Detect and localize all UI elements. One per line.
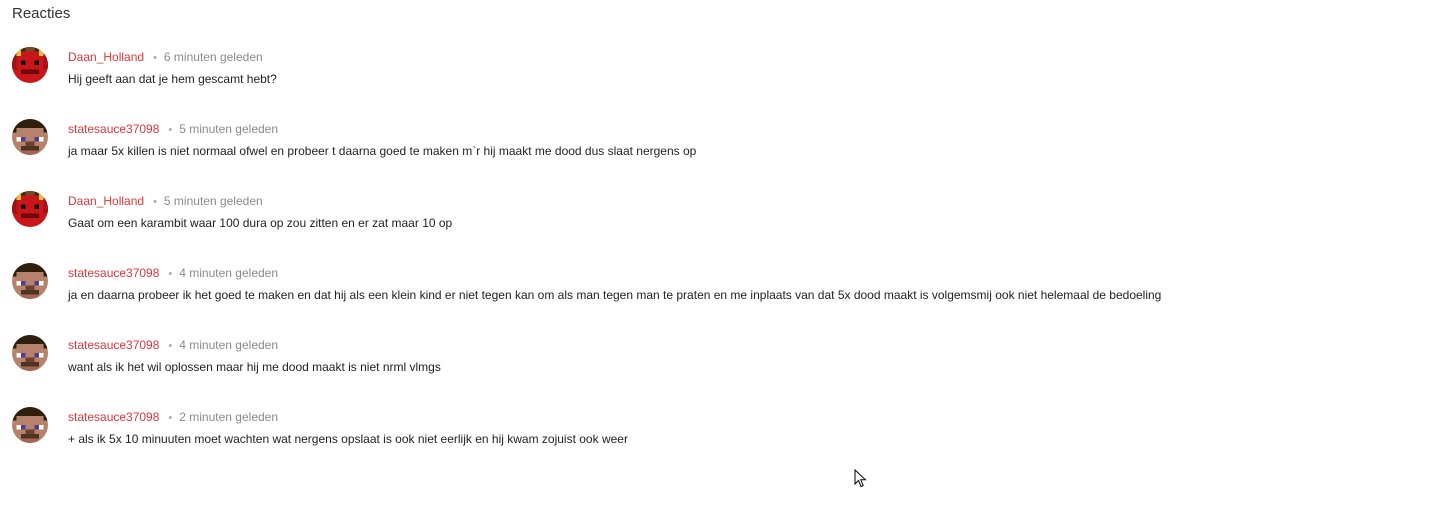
comment-timestamp: 2 minuten geleden — [179, 410, 279, 424]
meta-separator: • — [153, 52, 157, 64]
comment-item: Daan_Holland • 6 minuten geleden Hij geeft… — [12, 47, 1412, 119]
comment-timestamp: 4 minuten geleden — [179, 338, 279, 352]
steve-avatar-icon[interactable] — [12, 335, 48, 371]
meta-separator: • — [168, 124, 173, 136]
comment-timestamp: 6 minuten geleden — [163, 50, 263, 64]
comment-meta: Daan_Holland • 5 minuten geleden — [68, 194, 263, 210]
meta-separator: • — [168, 340, 173, 352]
red-devil-avatar-icon[interactable] — [12, 191, 48, 227]
red-devil-avatar-icon[interactable] — [12, 47, 48, 83]
comment-author-link[interactable]: statesauce37098 — [68, 266, 159, 280]
comment-list: Daan_Holland • 6 minuten geleden Hij geeft… — [12, 47, 1412, 479]
meta-separator: • — [168, 268, 173, 280]
comment-item: statesauce37098 • 2 minuten geleden + als … — [12, 407, 1412, 479]
comment-item: statesauce37098 • 4 minuten geleden ja en … — [12, 263, 1412, 335]
comment-item: statesauce37098 • 5 minuten geleden ja maa… — [12, 119, 1412, 191]
comment-text: + als ik 5x 10 minuuten moet wachten wat… — [68, 432, 628, 446]
comment-timestamp: 4 minuten geleden — [179, 266, 279, 280]
comment-author-link[interactable]: statesauce37098 — [68, 410, 159, 424]
comment-meta: statesauce37098 • 4 minuten geleden — [68, 338, 278, 354]
comment-timestamp: 5 minuten geleden — [163, 194, 263, 208]
comment-meta: statesauce37098 • 5 minuten geleden — [68, 122, 278, 138]
comment-text: Gaat om een karambit waar 100 dura op zo… — [68, 216, 453, 230]
comment-item: Daan_Holland • 5 minuten geleden Gaat om e… — [12, 191, 1412, 263]
comment-meta: statesauce37098 • 2 minuten geleden — [68, 410, 278, 426]
comment-text: ja en daarna probeer ik het goed te make… — [68, 288, 1162, 302]
comments-page: Reacties Daan_Holland • 6 minuten gelede… — [0, 0, 1442, 508]
comment-text: ja maar 5x killen is niet normaal ofwel … — [68, 144, 697, 158]
meta-separator: • — [153, 196, 157, 208]
comment-author-link[interactable]: statesauce37098 — [68, 122, 159, 136]
comment-timestamp: 5 minuten geleden — [179, 122, 279, 136]
comment-author-link[interactable]: statesauce37098 — [68, 338, 159, 352]
steve-avatar-icon[interactable] — [12, 407, 48, 443]
comment-author-link[interactable]: Daan_Holland — [68, 194, 144, 208]
mouse-pointer-icon — [854, 468, 868, 494]
comment-author-link[interactable]: Daan_Holland — [68, 50, 144, 64]
comment-item: statesauce37098 • 4 minuten geleden want a… — [12, 335, 1412, 407]
comment-text: want als ik het wil oplossen maar hij me… — [68, 360, 441, 374]
comment-meta: statesauce37098 • 4 minuten geleden — [68, 266, 278, 282]
steve-avatar-icon[interactable] — [12, 263, 48, 299]
section-title: Reacties — [12, 5, 71, 22]
comment-text: Hij geeft aan dat je hem gescamt hebt? — [68, 72, 277, 86]
steve-avatar-icon[interactable] — [12, 119, 48, 155]
meta-separator: • — [168, 412, 173, 424]
comment-meta: Daan_Holland • 6 minuten geleden — [68, 50, 263, 66]
